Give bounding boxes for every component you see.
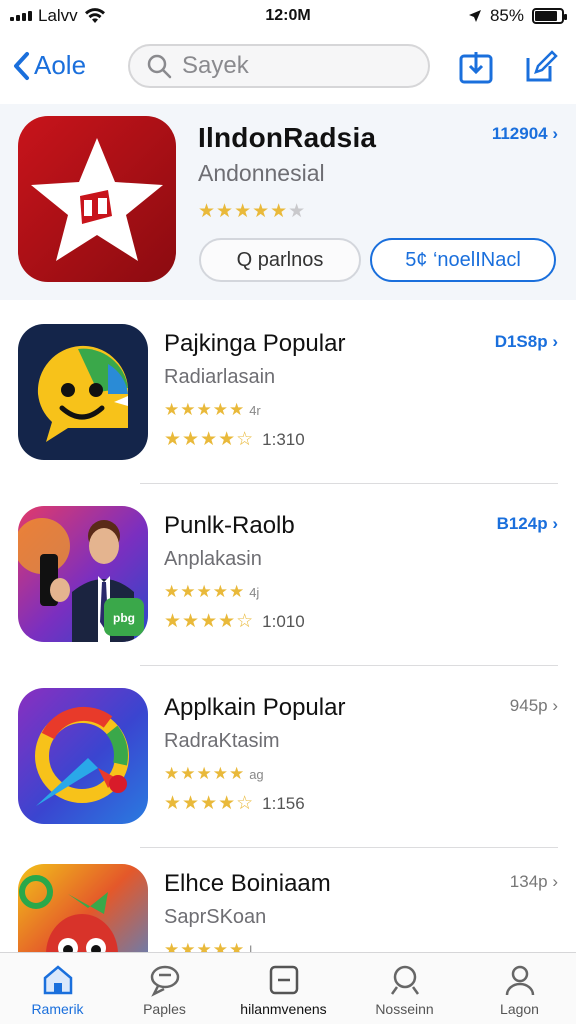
app-subtitle: RadraKtasim	[164, 730, 280, 752]
app-stars-rating: ★★★★☆ 1:310	[164, 429, 305, 450]
featured-app-card[interactable]: IlndonRadsia Andonnesial ★★★★★★ 112904 ›…	[0, 104, 576, 300]
app-icon	[18, 324, 148, 460]
app-price[interactable]: 945p ›	[510, 696, 558, 716]
tab-bar: Ramerik Paples hilanmvenens Nosseinn Lag…	[0, 952, 576, 1024]
featured-get-button[interactable]: 5¢ ‘noelINacl	[370, 238, 556, 282]
app-subtitle: Anplakasin	[164, 548, 262, 570]
minus-box-icon	[269, 965, 298, 995]
tab-chat[interactable]: Paples	[107, 953, 222, 1025]
home-icon	[43, 965, 72, 995]
person-icon	[505, 965, 534, 996]
featured-app-subtitle: Andonnesial	[198, 160, 325, 186]
tab-home[interactable]: Ramerik	[0, 953, 115, 1025]
featured-secondary-button[interactable]: Q parlnos	[199, 238, 361, 282]
list-item[interactable]: Applkain Popular RadraKtasim ★★★★★ ag ★★★…	[0, 666, 576, 848]
tab-search[interactable]: Nosseinn	[347, 953, 462, 1025]
share-icon[interactable]	[458, 48, 494, 84]
app-icon	[18, 688, 148, 824]
app-stars-rating: ★★★★☆ 1:010	[164, 611, 305, 632]
list-item[interactable]: Pajkinga Popular Radiarlasain ★★★★★ 4r ★★…	[0, 302, 576, 484]
compose-icon[interactable]	[522, 48, 558, 84]
list-item[interactable]: pbg Punlk-Raolb Anplakasin ★★★★★ 4j ★★★★☆…	[0, 484, 576, 666]
rating-count: 1:010	[262, 612, 305, 631]
search-icon	[390, 965, 419, 995]
search-field[interactable]: Sayek	[128, 44, 430, 88]
chevron-left-icon	[14, 51, 29, 80]
app-stars-rating: ★★★★☆ 1:156	[164, 793, 305, 814]
back-label: Aole	[34, 50, 87, 80]
app-stars-primary: ★★★★★ 4r	[164, 400, 261, 419]
search-icon	[147, 54, 172, 79]
rating-count: 1:310	[262, 430, 305, 449]
tab-label: Lagon	[500, 1001, 539, 1017]
app-subtitle: SaprSKoan	[164, 906, 267, 928]
svg-text:pbg: pbg	[113, 611, 135, 625]
app-title: Pajkinga Popular	[164, 330, 346, 357]
tab-label: Paples	[143, 1001, 186, 1017]
app-title: Elhce Boiniaam	[164, 870, 331, 897]
status-right: 85%	[468, 6, 567, 26]
status-bar: Lalvv 12:0M 85%	[0, 0, 576, 34]
app-title: Punlk-Raolb	[164, 512, 295, 539]
app-price[interactable]: D1S8p ›	[495, 332, 558, 352]
tab-account[interactable]: Lagon	[462, 953, 576, 1025]
tab-label: Nosseinn	[375, 1001, 434, 1017]
rating-count: 1:156	[262, 794, 305, 813]
battery-icon	[532, 8, 567, 24]
tab-updates[interactable]: hilanmvenens	[226, 953, 341, 1025]
app-stars-primary: ★★★★★ ag	[164, 764, 264, 783]
tab-label: Ramerik	[31, 1001, 84, 1017]
back-button[interactable]: Aole	[12, 50, 86, 81]
app-subtitle: Radiarlasain	[164, 366, 276, 388]
app-title: Applkain Popular	[164, 694, 346, 721]
app-price[interactable]: 134p ›	[510, 872, 558, 892]
featured-app-title: IlndonRadsia	[198, 122, 377, 153]
location-arrow-icon	[468, 10, 481, 22]
app-stars-primary: ★★★★★ 4j	[164, 582, 260, 601]
app-icon: pbg	[18, 506, 148, 642]
navigation-bar: Aole Sayek	[0, 42, 576, 94]
featured-rating-stars: ★★★★★★	[198, 201, 307, 222]
app-price[interactable]: B124p ›	[497, 514, 558, 534]
chat-icon	[150, 965, 179, 997]
featured-app-icon	[18, 116, 176, 282]
battery-percent: 85%	[489, 6, 524, 25]
search-placeholder: Sayek	[182, 52, 249, 79]
tab-label: hilanmvenens	[240, 1001, 327, 1017]
featured-price[interactable]: 112904 ›	[492, 124, 558, 144]
